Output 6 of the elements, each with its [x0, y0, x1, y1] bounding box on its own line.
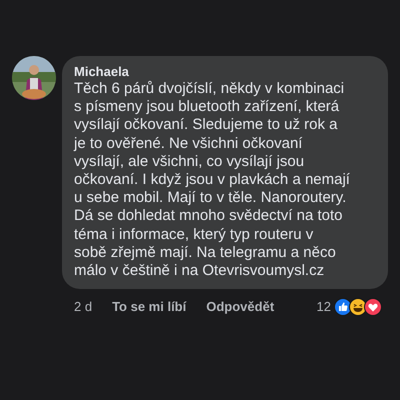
reaction-count: 12	[316, 298, 331, 316]
reply-link[interactable]: Odpovědět	[206, 297, 274, 317]
author-name[interactable]: Michaela	[74, 63, 376, 80]
like-link[interactable]: To se mi líbí	[112, 297, 186, 317]
comment-time: 2 d	[74, 298, 92, 316]
comment-text: Těch 6 párů dvojčíslí, někdy v kombinaci s písmeny jsou bluetooth zařízení, která vysílají očkovaní. Sledujeme to už rok a je to ověřené. Ne všichni očkovaní vysílají, ale všichni, co vysílají jsou očkovaní. I když jsou v plavkách a nemají u sebe mobil. Mají to v těle. Nanoroutery. Dá se dohledat mnoho svědectví na toto téma i informace, který typ routeru v sobě zřejmě mají. Na telegramu a něco málo v češtině i na Otevrisvoumysl.cz	[74, 80, 351, 280]
